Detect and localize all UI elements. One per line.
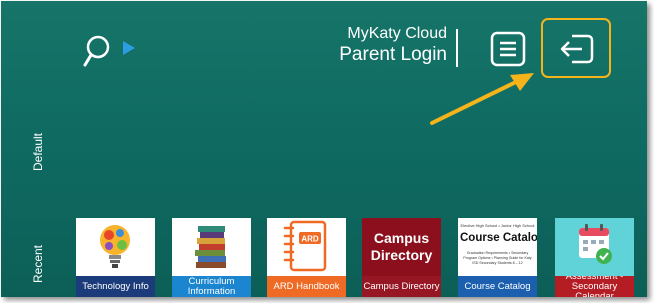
cloud-panel: MyKaty Cloud Parent Login Default Recent… bbox=[1, 1, 647, 297]
book-stack-icon bbox=[172, 218, 251, 276]
catalog-title: Course Catalog bbox=[460, 232, 537, 244]
logout-icon bbox=[560, 34, 594, 64]
calendar-check-icon bbox=[555, 218, 634, 276]
ard-badge: ARD bbox=[301, 235, 319, 244]
tile-caption: Curriculum Information bbox=[172, 276, 251, 297]
tile-curriculum-information[interactable]: Curriculum Information bbox=[172, 218, 251, 297]
parent-login-link[interactable]: MyKaty Cloud Parent Login bbox=[339, 25, 447, 66]
logout-button[interactable] bbox=[541, 18, 611, 78]
catalog-footnote: Graduation Requirements • Secondary Prog… bbox=[463, 251, 532, 265]
search-icon bbox=[83, 35, 110, 67]
tile-caption: Course Catalog bbox=[458, 276, 537, 297]
recent-section-label: Recent bbox=[31, 244, 45, 283]
header-divider bbox=[456, 29, 458, 67]
lightbulb-icon bbox=[76, 218, 155, 276]
menu-button[interactable] bbox=[490, 31, 526, 67]
tile-caption: Assessment - Secondary Calendar bbox=[555, 276, 634, 297]
tile-assessment-secondary-calendar[interactable]: Assessment - Secondary Calendar bbox=[555, 218, 634, 297]
tile-caption: ARD Handbook bbox=[267, 276, 346, 297]
course-catalog-art: Elective High School • Junior High Schoo… bbox=[458, 218, 537, 276]
login-line-1: MyKaty Cloud bbox=[347, 25, 447, 42]
campus-directory-art: Campus Directory bbox=[362, 218, 441, 276]
tile-caption: Campus Directory bbox=[362, 276, 441, 297]
catalog-subtitle: Elective High School • Junior High Schoo… bbox=[460, 223, 535, 228]
tile-technology-info[interactable]: Technology Info bbox=[76, 218, 155, 297]
tile-course-catalog[interactable]: Elective High School • Junior High Schoo… bbox=[458, 218, 537, 297]
tile-caption: Technology Info bbox=[76, 276, 155, 297]
menu-lines-icon bbox=[490, 31, 526, 67]
tile-campus-directory[interactable]: Campus Directory Campus Directory bbox=[362, 218, 441, 297]
arrow-icon bbox=[430, 73, 534, 125]
triangle-right-icon bbox=[123, 41, 135, 55]
page: MyKaty Cloud Parent Login Default Recent… bbox=[0, 0, 654, 303]
search-toggle[interactable] bbox=[83, 33, 143, 69]
tile-ard-handbook[interactable]: ARD ARD Handbook bbox=[267, 218, 346, 297]
login-line-2: Parent Login bbox=[339, 44, 447, 65]
default-section-label: Default bbox=[31, 132, 45, 171]
notebook-icon: ARD bbox=[267, 218, 346, 276]
